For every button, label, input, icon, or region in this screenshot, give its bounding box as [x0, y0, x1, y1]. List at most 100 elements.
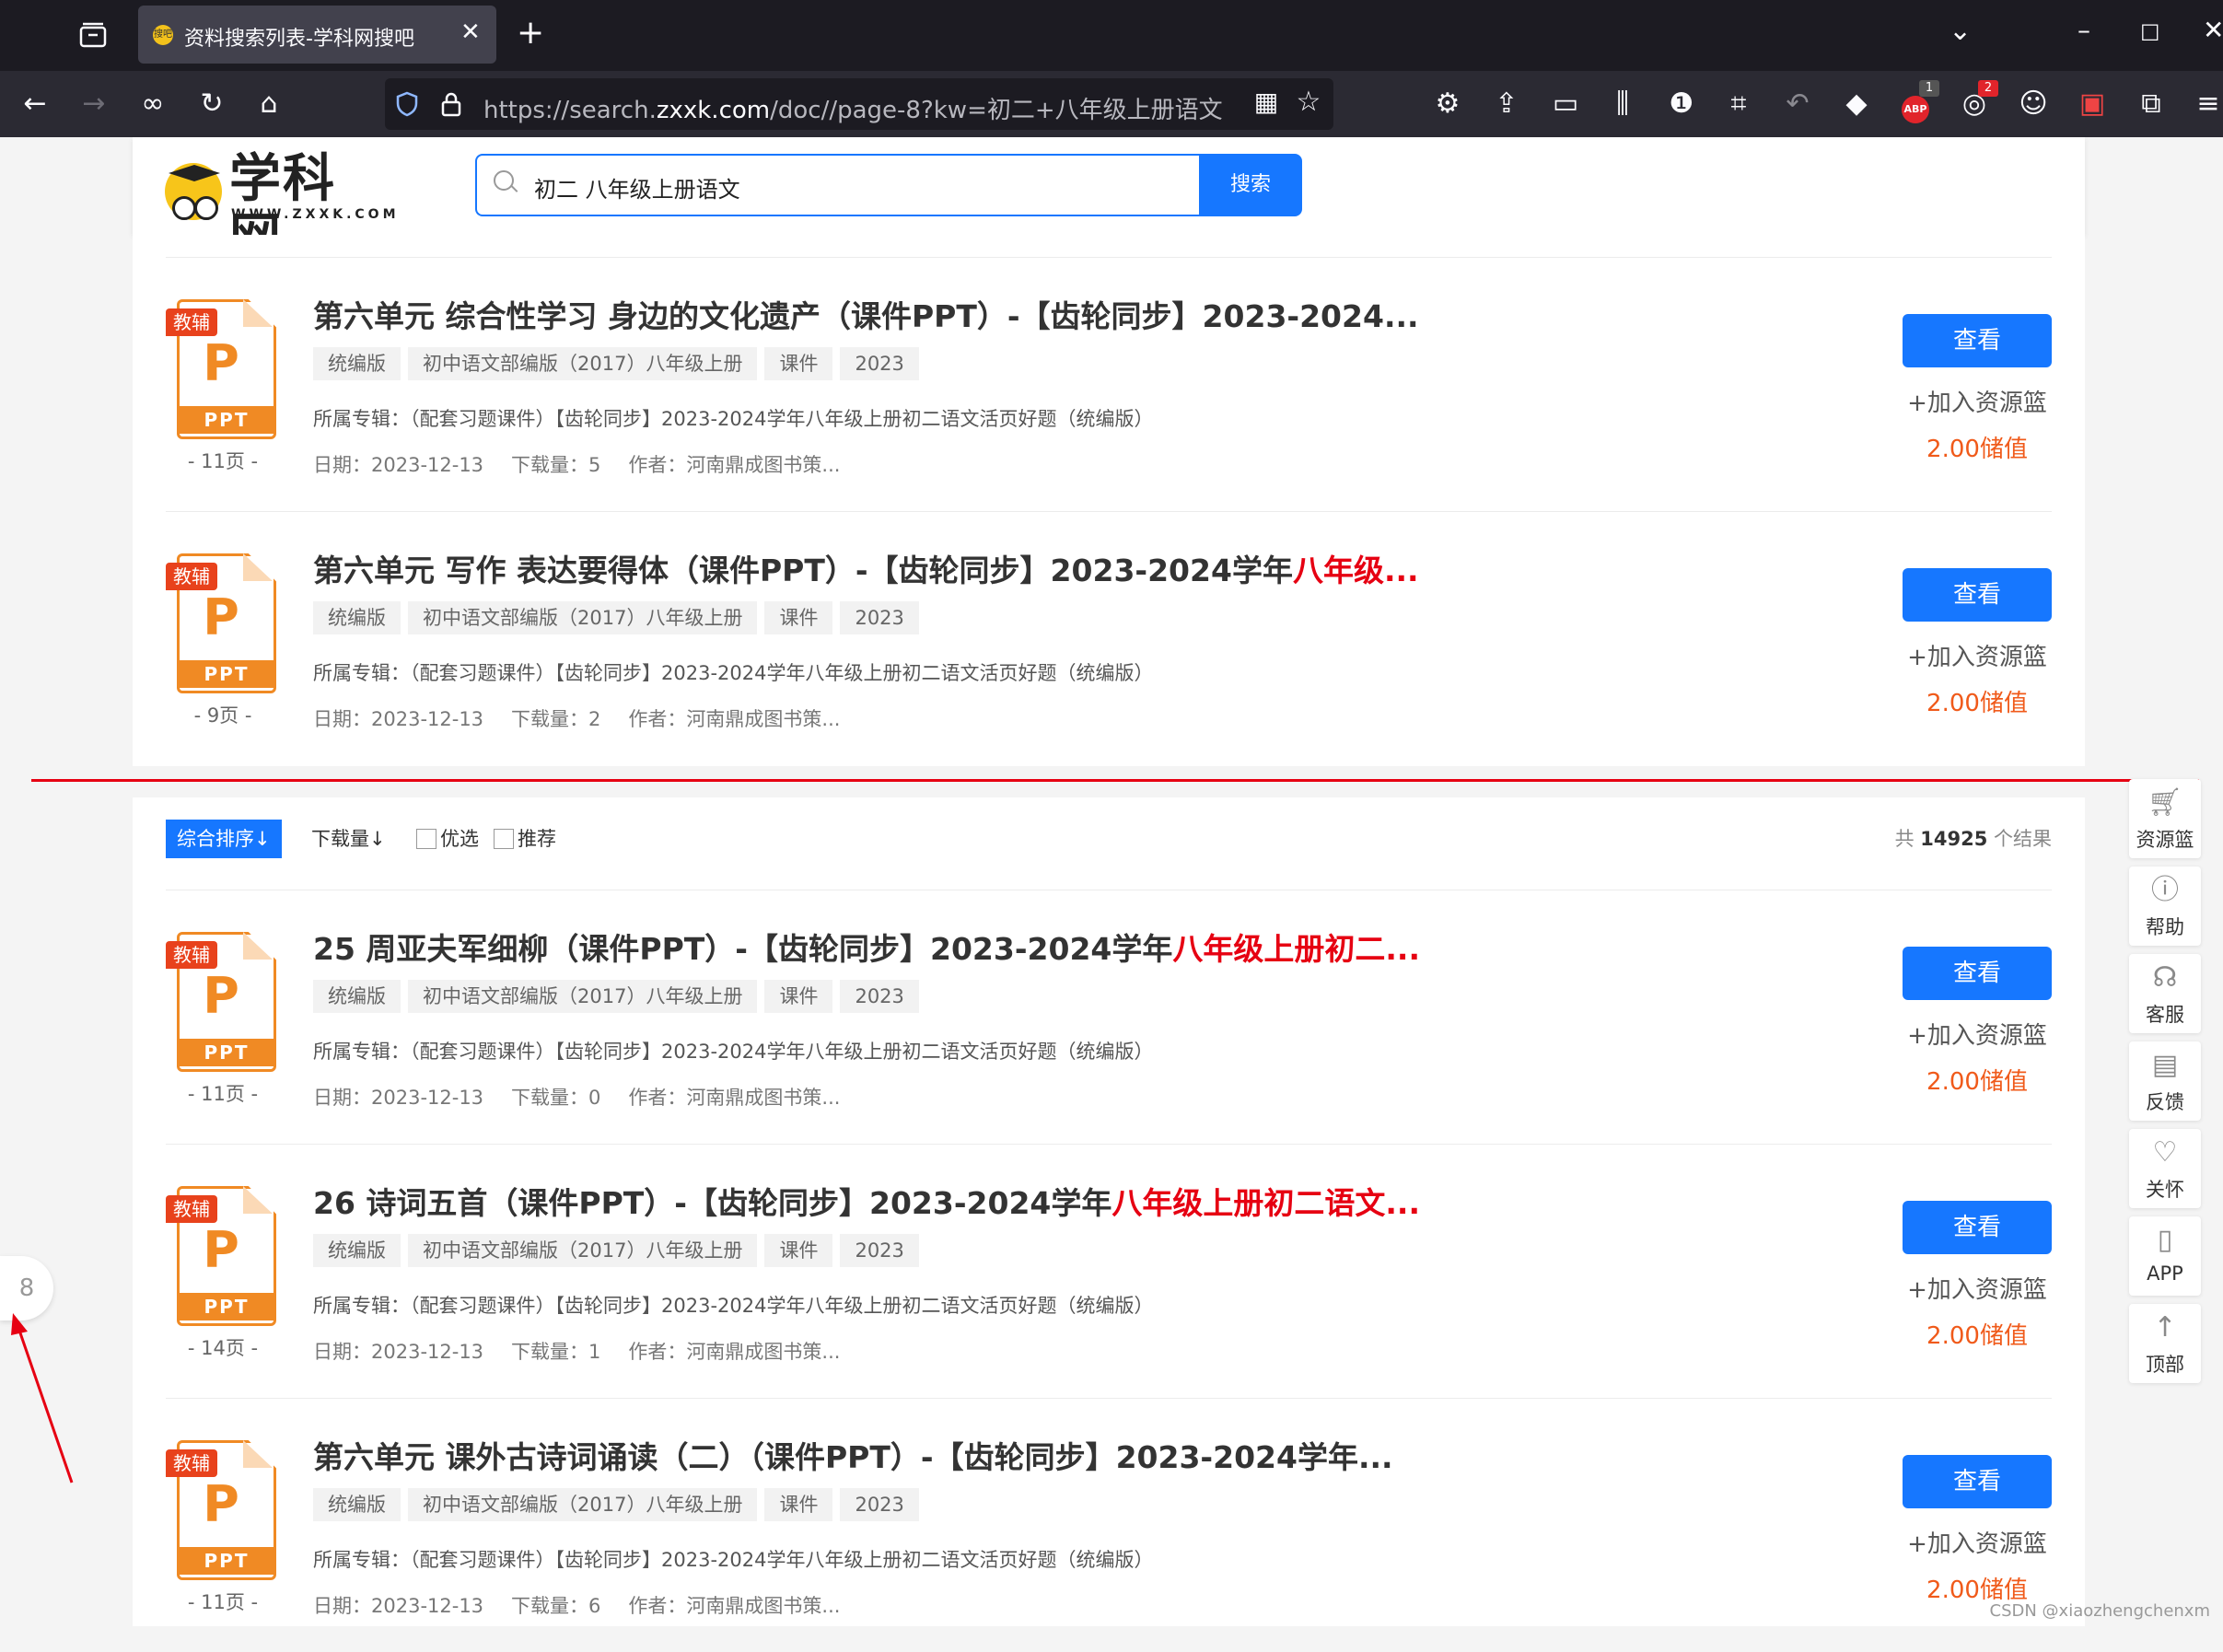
view-button[interactable]: 查看 — [1903, 1201, 2052, 1254]
tag[interactable]: 课件 — [764, 1234, 833, 1267]
ppt-file-icon: P PPT 教辅 — [166, 932, 276, 1072]
meta-line: 日期：2023-12-13 下载量：2 作者：河南鼎成图书策... — [313, 708, 841, 730]
tag[interactable]: 初中语文部编版（2017）八年级上册 — [408, 1488, 758, 1521]
rail-top[interactable]: ↑ 顶部 — [2129, 1304, 2201, 1383]
page-count: - 11页 - — [187, 450, 259, 472]
tag[interactable]: 统编版 — [313, 1488, 401, 1521]
rail-help[interactable]: ⓘ 帮助 — [2129, 867, 2201, 946]
library-icon[interactable]: ⫼ — [1604, 87, 1641, 121]
tag[interactable]: 课件 — [764, 347, 833, 380]
result-title[interactable]: 第六单元 课外古诗词诵读（二）（课件PPT）-【齿轮同步】2023-2024学年… — [313, 1433, 1510, 1477]
glasses-extension-icon[interactable]: ◎ 2 — [1956, 80, 1998, 121]
chevron-down-icon[interactable]: ⌄ — [1949, 15, 1972, 47]
search-button[interactable]: 搜索 — [1199, 154, 1302, 216]
sort-comprehensive[interactable]: 综合排序↓ — [166, 820, 282, 858]
close-window-icon[interactable]: ✕ — [2203, 15, 2223, 45]
add-to-basket-link[interactable]: +加入资源篮 — [1903, 638, 2052, 672]
filter-recommended[interactable]: 推荐 — [494, 820, 556, 858]
site-logo[interactable]: 学科网 WWW.ZXXK.COM — [165, 150, 396, 268]
bookmark-star-icon[interactable]: ☆ — [1290, 86, 1327, 119]
site-header: 学科网 WWW.ZXXK.COM 初二 八年级上册语文 搜索 — [133, 137, 2085, 268]
forward-icon[interactable]: → — [76, 87, 112, 121]
adblock-icon[interactable]: ABP 1 — [1897, 80, 1939, 123]
search-value[interactable]: 初二 八年级上册语文 — [534, 171, 740, 204]
tag[interactable]: 统编版 — [313, 1234, 401, 1267]
album-info[interactable]: 所属专辑：（配套习题课件）【齿轮同步】2023-2024学年八年级上册初二语文活… — [313, 1291, 1153, 1319]
rail-feedback[interactable]: ▤ 反馈 — [2129, 1041, 2201, 1121]
view-button[interactable]: 查看 — [1903, 947, 2052, 1000]
crop-icon[interactable]: ⌗ — [1720, 87, 1757, 121]
home-icon[interactable]: ⌂ — [250, 87, 287, 121]
album-info[interactable]: 所属专辑：（配套习题课件）【齿轮同步】2023-2024学年八年级上册初二语文活… — [313, 658, 1153, 686]
add-to-basket-link[interactable]: +加入资源篮 — [1903, 1271, 2052, 1305]
view-button[interactable]: 查看 — [1903, 568, 2052, 622]
reload-icon[interactable]: ↻ — [193, 87, 230, 121]
price: 2.00储值 — [1926, 1322, 2028, 1350]
url-bar[interactable]: https://search.zxxk.com/doc//page-8?kw=初… — [385, 78, 1333, 130]
result-title[interactable]: 26 诗词五首（课件PPT）-【齿轮同步】2023-2024学年八年级上册初二语… — [313, 1179, 1510, 1223]
shield-icon[interactable] — [396, 91, 418, 117]
sort-bar: 综合排序↓ 下载量↓ 优选 推荐 共 14925 个结果 — [166, 820, 2052, 860]
extension-upload-icon[interactable]: ⇪ — [1488, 87, 1525, 121]
tab-close-icon[interactable]: ✕ — [460, 18, 481, 46]
search-input[interactable]: 初二 八年级上册语文 — [475, 154, 1199, 216]
tag[interactable]: 2023 — [840, 1488, 919, 1521]
url-text[interactable]: https://search.zxxk.com/doc//page-8?kw=初… — [483, 91, 1223, 125]
rail-service[interactable]: ☊ 客服 — [2129, 954, 2201, 1033]
add-to-basket-link[interactable]: +加入资源篮 — [1903, 1017, 2052, 1051]
tag[interactable]: 课件 — [764, 980, 833, 1013]
tag[interactable]: 课件 — [764, 601, 833, 634]
filter-preferred[interactable]: 优选 — [416, 820, 479, 858]
view-button[interactable]: 查看 — [1903, 1455, 2052, 1508]
browser-tab[interactable]: 搜吧 资料搜索列表-学科网搜吧 ✕ — [138, 6, 496, 64]
album-info[interactable]: 所属专辑：（配套习题课件）【齿轮同步】2023-2024学年八年级上册初二语文活… — [313, 1545, 1153, 1573]
doc-tag: 教辅 — [166, 308, 217, 336]
tag[interactable]: 初中语文部编版（2017）八年级上册 — [408, 347, 758, 380]
add-to-basket-link[interactable]: +加入资源篮 — [1903, 384, 2052, 418]
tag[interactable]: 统编版 — [313, 347, 401, 380]
result-title[interactable]: 第六单元 综合性学习 身边的文化遗产（课件PPT）-【齿轮同步】2023-202… — [313, 292, 1510, 336]
album-info[interactable]: 所属专辑：（配套习题课件）【齿轮同步】2023-2024学年八年级上册初二语文活… — [313, 404, 1153, 432]
tag[interactable]: 课件 — [764, 1488, 833, 1521]
tab-list-icon[interactable] — [77, 20, 109, 52]
tag[interactable]: 2023 — [840, 980, 919, 1013]
maximize-icon[interactable]: ☐ — [2140, 20, 2160, 46]
tag[interactable]: 统编版 — [313, 601, 401, 634]
tag[interactable]: 统编版 — [313, 980, 401, 1013]
result-title[interactable]: 25 周亚夫军细柳（课件PPT）-【齿轮同步】2023-2024学年八年级上册初… — [313, 925, 1510, 969]
menu-icon[interactable]: ≡ — [2190, 87, 2223, 121]
logo-mascot-icon — [165, 163, 222, 220]
qr-code-icon[interactable]: ▦ — [1248, 86, 1285, 119]
sort-downloads[interactable]: 下载量↓ — [311, 820, 386, 858]
info-one-icon[interactable]: ❶ — [1663, 87, 1700, 121]
tag[interactable]: 初中语文部编版（2017）八年级上册 — [408, 980, 758, 1013]
tag[interactable]: 初中语文部编版（2017）八年级上册 — [408, 1234, 758, 1267]
checkbox[interactable] — [494, 829, 514, 849]
annotation-divider-line — [31, 779, 2199, 782]
tag[interactable]: 2023 — [840, 1234, 919, 1267]
tag[interactable]: 2023 — [840, 601, 919, 634]
result-title[interactable]: 第六单元 写作 表达要得体（课件PPT）-【齿轮同步】2023-2024学年八年… — [313, 546, 1510, 590]
settings-gear-icon[interactable]: ⚙ — [1429, 87, 1466, 121]
lock-icon[interactable] — [440, 91, 462, 117]
tag[interactable]: 2023 — [840, 347, 919, 380]
back-icon[interactable]: ← — [17, 87, 53, 121]
rail-basket[interactable]: 🛒︎ 资源篮 — [2129, 779, 2201, 858]
cube-extension-icon[interactable]: ◆ — [1838, 87, 1875, 121]
extensions-puzzle-icon[interactable]: ⧉ — [2133, 87, 2170, 121]
minimize-icon[interactable]: – — [2078, 15, 2090, 45]
add-to-basket-link[interactable]: +加入资源篮 — [1903, 1525, 2052, 1559]
undo-icon[interactable]: ↶ — [1779, 87, 1816, 121]
rail-app[interactable]: ▯ APP — [2129, 1216, 2201, 1296]
reader-view-icon[interactable]: ▭ — [1547, 87, 1584, 121]
tag[interactable]: 初中语文部编版（2017）八年级上册 — [408, 601, 758, 634]
tv-extension-icon[interactable]: ▣ — [2074, 87, 2111, 121]
view-button[interactable]: 查看 — [1903, 314, 2052, 367]
face-extension-icon[interactable]: ☺ — [2015, 87, 2052, 121]
checkbox[interactable] — [416, 829, 436, 849]
incognito-icon[interactable]: ∞ — [134, 87, 171, 121]
new-tab-button[interactable]: + — [517, 13, 544, 53]
album-info[interactable]: 所属专辑：（配套习题课件）【齿轮同步】2023-2024学年八年级上册初二语文活… — [313, 1037, 1153, 1064]
rail-care[interactable]: ♡ 关怀 — [2129, 1129, 2201, 1208]
annotation-arrow-icon — [11, 1313, 74, 1483]
